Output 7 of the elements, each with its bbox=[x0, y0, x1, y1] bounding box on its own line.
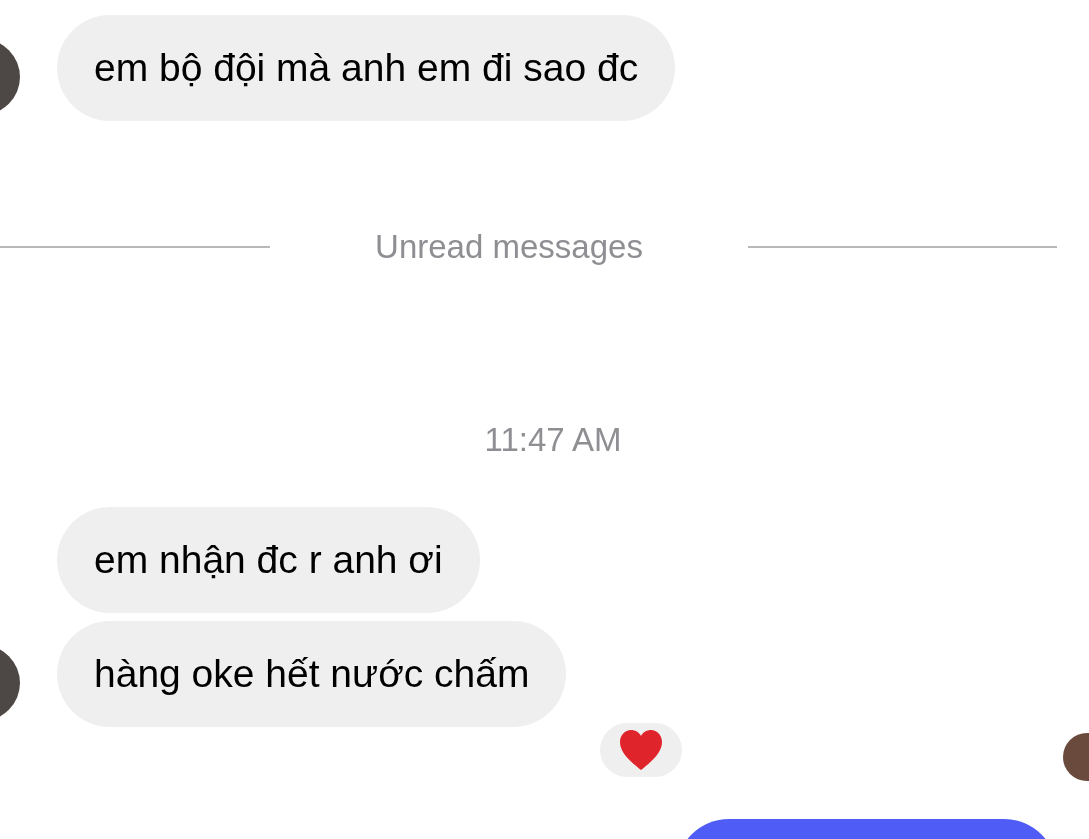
reaction-badge[interactable] bbox=[600, 723, 682, 777]
unread-divider-label: Unread messages bbox=[375, 228, 643, 266]
message-bubble: em bộ đội mà anh em đi sao đc bbox=[57, 15, 676, 121]
message-bubble: em nhận đc r anh ơi bbox=[57, 507, 480, 613]
message-bubble: hàng oke hết nước chấm bbox=[57, 621, 567, 727]
timestamp: 11:47 AM bbox=[484, 420, 622, 460]
heart-icon bbox=[619, 729, 663, 771]
